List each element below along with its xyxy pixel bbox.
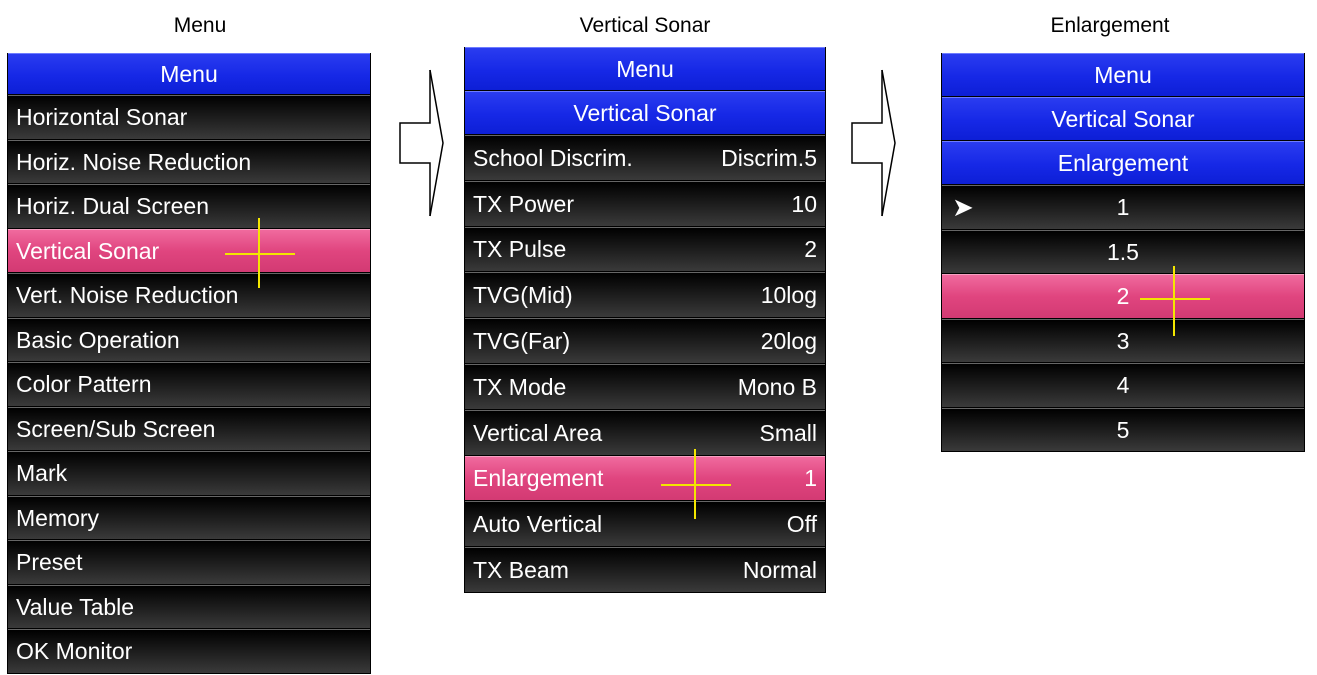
menu-item-label: Color Pattern (16, 371, 152, 398)
menu-header: Menu (465, 47, 825, 91)
menu-item-vertical-sonar[interactable]: Vertical Sonar (8, 228, 370, 273)
menu-item-horiz-noise-reduction[interactable]: Horiz. Noise Reduction (8, 139, 370, 184)
setting-value: 10log (760, 282, 817, 309)
caption-vertical-sonar: Vertical Sonar (579, 14, 711, 37)
enlargement-header: Enlargement (942, 141, 1304, 185)
setting-label: TX Pulse (473, 236, 567, 263)
menu-header: Menu (942, 53, 1304, 97)
setting-label: TVG(Far) (473, 328, 571, 355)
caption-menu: Menu (173, 14, 227, 37)
menu-item-horiz-dual-screen[interactable]: Horiz. Dual Screen (8, 184, 370, 229)
setting-auto-vertical[interactable]: Auto Vertical Off (465, 501, 825, 548)
setting-value: 2 (804, 236, 817, 263)
menu-item-label: Screen/Sub Screen (16, 415, 216, 442)
menu-item-horizontal-sonar[interactable]: Horizontal Sonar (8, 95, 370, 140)
option-label: 3 (1116, 327, 1130, 354)
menu-item-label: OK Monitor (16, 638, 133, 665)
option-3[interactable]: 3 (942, 318, 1304, 363)
option-5[interactable]: 5 (942, 407, 1304, 452)
vertical-sonar-header-label: Vertical Sonar (1051, 106, 1195, 132)
option-2[interactable]: 2 (942, 274, 1304, 319)
menu-item-label: Value Table (16, 593, 135, 620)
menu-item-label: Horiz. Noise Reduction (16, 148, 252, 175)
enlargement-header-label: Enlargement (1057, 150, 1189, 176)
option-label: 5 (1116, 416, 1130, 443)
setting-enlargement[interactable]: Enlargement 1 (465, 455, 825, 502)
setting-label: Vertical Area (473, 419, 603, 446)
menu-header-label: Menu (160, 61, 218, 87)
option-label: 1.5 (1107, 238, 1139, 265)
option-label: 4 (1116, 372, 1130, 399)
setting-value: Normal (742, 557, 817, 584)
right-arrow-icon (399, 69, 444, 217)
setting-vertical-area[interactable]: Vertical Area Small (465, 409, 825, 456)
menu-item-memory[interactable]: Memory (8, 495, 370, 540)
menu-item-screen-sub-screen[interactable]: Screen/Sub Screen (8, 406, 370, 451)
option-4[interactable]: 4 (942, 363, 1304, 408)
option-label: 2 (1116, 283, 1130, 310)
menu-item-label: Memory (16, 504, 100, 531)
setting-label: Enlargement (473, 465, 604, 492)
vertical-sonar-header: Vertical Sonar (465, 91, 825, 135)
option-label: 1 (1116, 194, 1130, 221)
menu-item-label: Mark (16, 460, 68, 487)
enlargement-panel: Menu Vertical Sonar Enlargement ➤ 1 1.5 … (941, 53, 1305, 452)
caption-enlargement: Enlargement (1050, 14, 1170, 37)
menu-item-label: Vertical Sonar (16, 237, 160, 264)
menu-item-label: Vert. Noise Reduction (16, 282, 239, 309)
setting-label: TX Beam (473, 557, 569, 584)
setting-value: 20log (760, 328, 817, 355)
option-1[interactable]: ➤ 1 (942, 185, 1304, 230)
setting-value: 1 (804, 465, 817, 492)
setting-value: Small (759, 419, 817, 446)
setting-school-discrim[interactable]: School Discrim. Discrim.5 (465, 135, 825, 181)
menu-item-label: Horiz. Dual Screen (16, 193, 210, 220)
menu-item-basic-operation[interactable]: Basic Operation (8, 317, 370, 362)
vertical-sonar-header-label: Vertical Sonar (573, 100, 717, 126)
setting-tx-pulse[interactable]: TX Pulse 2 (465, 226, 825, 273)
menu-item-label: Preset (16, 549, 83, 576)
menu-item-mark[interactable]: Mark (8, 451, 370, 496)
setting-tx-mode[interactable]: TX Mode Mono B (465, 363, 825, 410)
setting-value: 10 (791, 190, 817, 217)
menu-item-label: Basic Operation (16, 326, 180, 353)
option-1-5[interactable]: 1.5 (942, 229, 1304, 274)
main-menu-panel: Menu Horizontal Sonar Horiz. Noise Reduc… (7, 53, 371, 674)
setting-label: TVG(Mid) (473, 282, 573, 309)
menu-header-label: Menu (1094, 62, 1152, 88)
menu-item-preset[interactable]: Preset (8, 540, 370, 585)
menu-item-value-table[interactable]: Value Table (8, 584, 370, 629)
menu-item-color-pattern[interactable]: Color Pattern (8, 362, 370, 407)
menu-item-label: Horizontal Sonar (16, 104, 188, 131)
arrow-pointer-icon: ➤ (952, 192, 974, 222)
setting-tvg-mid[interactable]: TVG(Mid) 10log (465, 272, 825, 319)
setting-tx-beam[interactable]: TX Beam Normal (465, 547, 825, 593)
menu-header-label: Menu (616, 56, 674, 82)
setting-value: Mono B (737, 373, 817, 400)
setting-label: TX Power (473, 190, 574, 217)
setting-value: Off (786, 511, 817, 538)
vertical-sonar-panel: Menu Vertical Sonar School Discrim. Disc… (464, 47, 826, 593)
vertical-sonar-header: Vertical Sonar (942, 97, 1304, 141)
menu-item-vert-noise-reduction[interactable]: Vert. Noise Reduction (8, 273, 370, 318)
setting-tx-power[interactable]: TX Power 10 (465, 180, 825, 227)
setting-label: TX Mode (473, 373, 567, 400)
setting-label: Auto Vertical (473, 511, 603, 538)
setting-label: School Discrim. (473, 144, 633, 171)
setting-tvg-far[interactable]: TVG(Far) 20log (465, 318, 825, 364)
setting-value: Discrim.5 (721, 144, 817, 171)
menu-item-ok-monitor[interactable]: OK Monitor (8, 629, 370, 674)
right-arrow-icon (851, 69, 896, 217)
menu-header: Menu (8, 53, 370, 95)
